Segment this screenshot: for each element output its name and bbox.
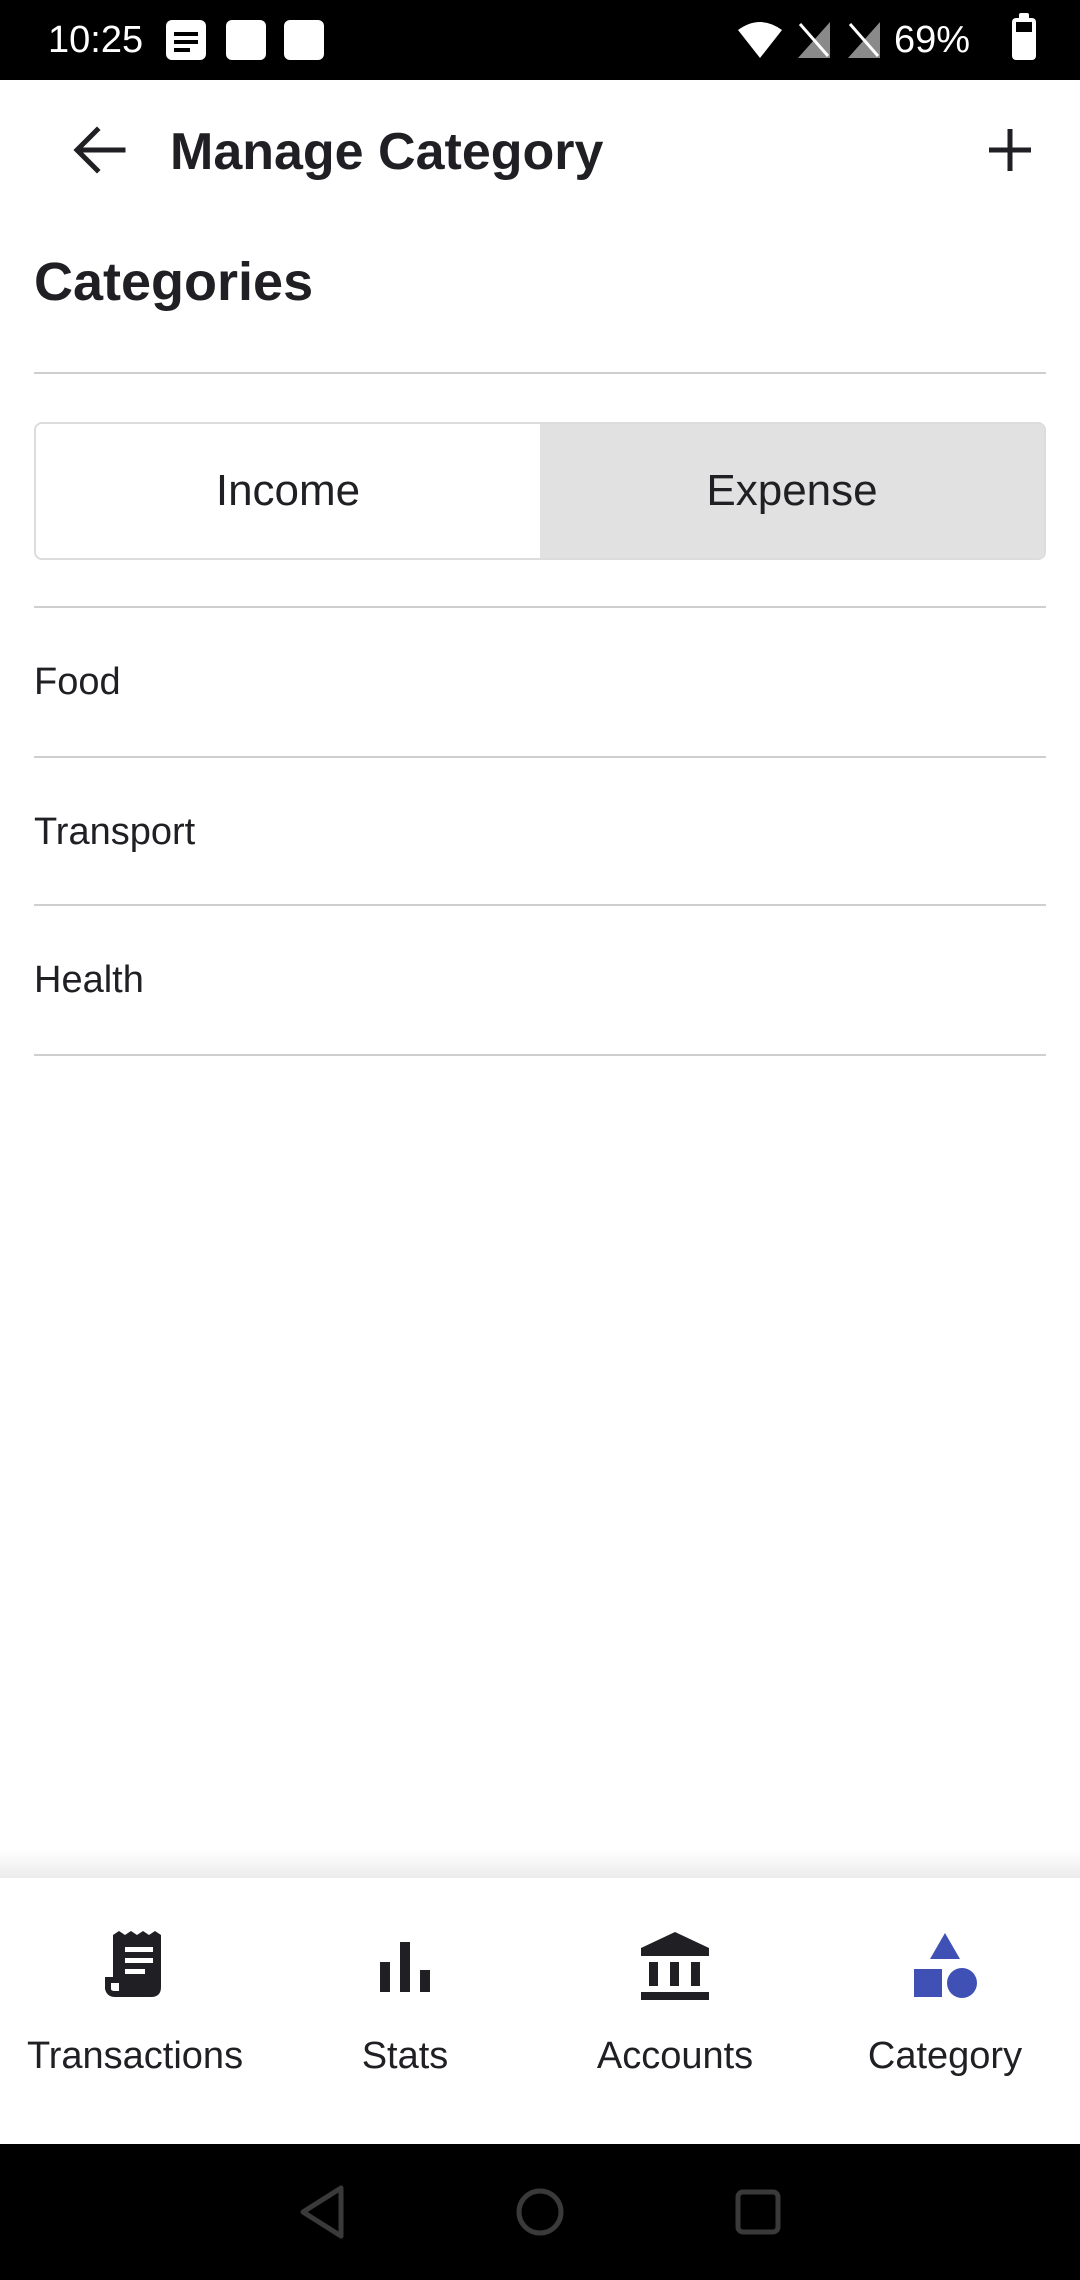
segment-income[interactable]: Income bbox=[36, 424, 540, 558]
nav-item-accounts[interactable]: Accounts bbox=[540, 1878, 810, 2144]
bar-chart-icon bbox=[365, 1926, 445, 2006]
app-notification-icon bbox=[284, 20, 324, 60]
divider bbox=[34, 372, 1046, 374]
category-item-food[interactable]: Food bbox=[34, 608, 1046, 756]
arrow-back-icon bbox=[73, 126, 126, 174]
add-category-button[interactable] bbox=[974, 114, 1046, 186]
battery-percentage: 69% bbox=[893, 19, 970, 61]
category-type-toggle: Income Expense bbox=[34, 422, 1046, 560]
receipt-icon bbox=[95, 1926, 175, 2006]
nav-item-stats[interactable]: Stats bbox=[270, 1878, 540, 2144]
category-item-transport[interactable]: Transport bbox=[34, 758, 1046, 906]
nav-label-category: Category bbox=[867, 2035, 1023, 2077]
app-bar: Manage Category bbox=[0, 80, 1080, 214]
triangle-back-icon bbox=[300, 2185, 344, 2239]
category-item-health[interactable]: Health bbox=[34, 906, 1046, 1054]
nav-label-transactions: Transactions bbox=[26, 2035, 244, 2077]
category-shapes-icon bbox=[905, 1926, 985, 2006]
nav-label-stats: Stats bbox=[361, 2035, 449, 2077]
app-notification-icon bbox=[226, 20, 266, 60]
system-home-button[interactable] bbox=[510, 2182, 570, 2242]
system-navigation-bar bbox=[0, 2144, 1080, 2280]
wifi-icon bbox=[738, 22, 782, 58]
system-back-button[interactable] bbox=[292, 2182, 352, 2242]
plus-icon bbox=[989, 129, 1031, 171]
square-recents-icon bbox=[735, 2189, 781, 2235]
section-title: Categories bbox=[34, 252, 314, 312]
nav-item-transactions[interactable]: Transactions bbox=[0, 1878, 270, 2144]
segment-expense[interactable]: Expense bbox=[540, 424, 1044, 558]
page-title: Manage Category bbox=[170, 123, 604, 181]
signal-off-icon bbox=[798, 22, 830, 58]
bottom-navigation: Transactions Stats Accounts Category bbox=[0, 1878, 1080, 2144]
signal-off-icon bbox=[848, 22, 880, 58]
status-time: 10:25 bbox=[48, 19, 144, 61]
nav-label-accounts: Accounts bbox=[596, 2035, 754, 2077]
divider bbox=[34, 1054, 1046, 1056]
status-bar: 10:25 69% bbox=[0, 0, 1080, 80]
bank-icon bbox=[635, 1926, 715, 2006]
circle-home-icon bbox=[516, 2188, 564, 2236]
document-notification-icon bbox=[166, 20, 206, 60]
back-button[interactable] bbox=[64, 114, 136, 186]
system-recents-button[interactable] bbox=[728, 2182, 788, 2242]
bottom-nav-shadow bbox=[0, 1850, 1080, 1878]
battery-icon bbox=[1012, 13, 1036, 60]
nav-item-category[interactable]: Category bbox=[810, 1878, 1080, 2144]
